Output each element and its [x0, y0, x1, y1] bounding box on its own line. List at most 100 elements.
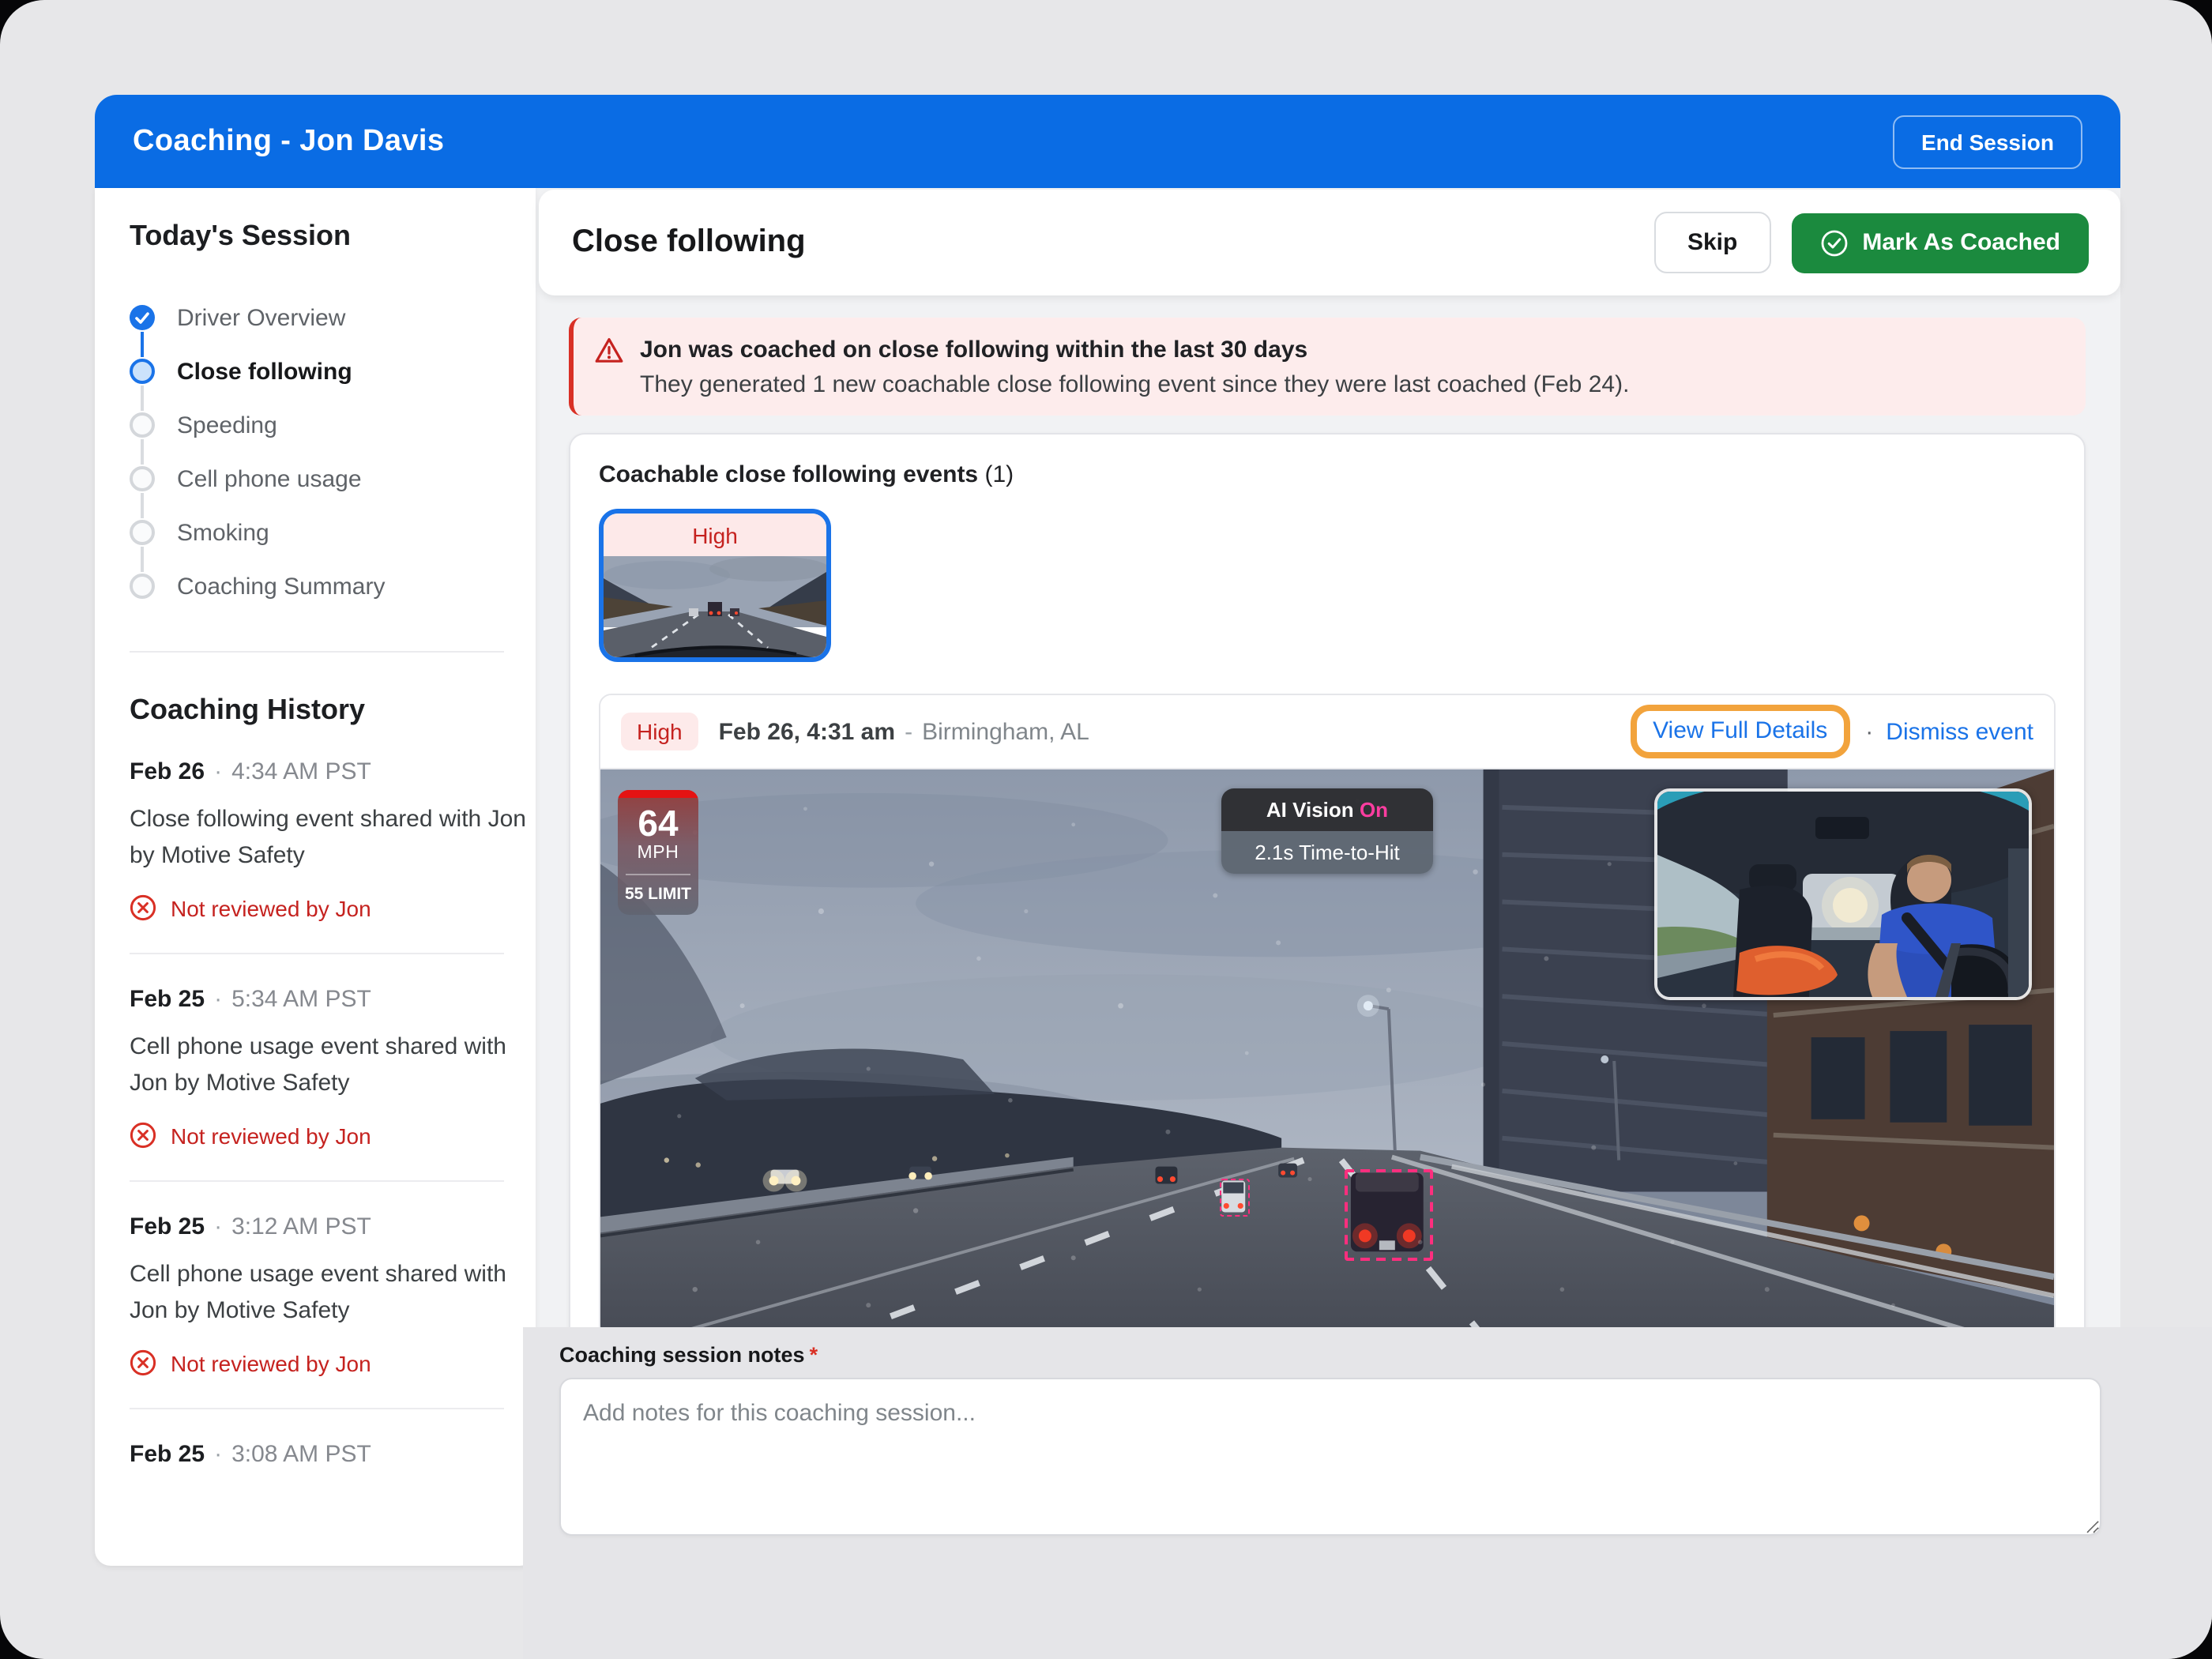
step-close-following[interactable]: Close following: [130, 344, 504, 398]
warning-title: Jon was coached on close following withi…: [640, 333, 1629, 368]
coachable-events-card: Coachable close following events (1) Hig…: [569, 433, 2086, 1381]
notes-label: Coaching session notes*: [559, 1343, 818, 1367]
sidebar-divider: [130, 651, 504, 653]
ai-vision-tooltip: AI Vision On 2.1s Time-to-Hit: [1221, 788, 1433, 874]
history-status: Not reviewed by Jon: [130, 894, 504, 921]
history-item: Feb 25·5:34 AM PST Cell phone usage even…: [130, 954, 504, 1182]
severity-badge: High: [621, 713, 698, 750]
history-item: Feb 25·3:12 AM PST Cell phone usage even…: [130, 1182, 504, 1409]
step-label: Smoking: [177, 519, 269, 546]
warning-body: They generated 1 new coachable close fol…: [640, 368, 1629, 403]
history-time: 3:12 AM PST: [231, 1213, 371, 1240]
step-smoking[interactable]: Smoking: [130, 506, 504, 559]
history-date-row: Feb 25 · 3:12 AM PST: [130, 1213, 504, 1240]
history-item: Feb 26·4:34 AM PST Close following event…: [130, 727, 504, 954]
event-datetime: Feb 26, 4:31 am: [719, 718, 895, 745]
history-item: Feb 25 · 3:08 AM PST: [130, 1409, 504, 1499]
view-full-details-link[interactable]: View Full Details: [1653, 717, 1827, 744]
speed-overlay: 64 MPH 55 LIMIT: [618, 790, 698, 915]
step-todo-circle: [130, 412, 155, 438]
step-label: Cell phone usage: [177, 465, 362, 492]
history-description: Cell phone usage event shared with Jon b…: [130, 1258, 528, 1329]
history-status: Not reviewed by Jon: [130, 1122, 504, 1149]
events-title-text: Coachable close following events: [599, 461, 978, 488]
notes-label-text: Coaching session notes: [559, 1343, 805, 1367]
end-session-button[interactable]: End Session: [1893, 115, 2082, 168]
step-label: Driver Overview: [177, 304, 345, 331]
dot-separator: ·: [214, 1213, 222, 1240]
skip-button[interactable]: Skip: [1654, 212, 1770, 273]
history-date-row: Feb 25·5:34 AM PST: [130, 986, 504, 1013]
event-detail-panel: High Feb 26, 4:31 am - Birmingham, AL Vi…: [599, 694, 2056, 1338]
ai-bounding-box-vehicle-far: [1220, 1179, 1250, 1217]
history-description: Close following event shared with Jon by…: [130, 803, 528, 874]
event-actions: View Full Details · Dismiss event: [1631, 705, 2033, 758]
history-status-text: Not reviewed by Jon: [171, 1350, 371, 1375]
thumbnail-road-image: [604, 556, 826, 662]
step-cell-phone-usage[interactable]: Cell phone usage: [130, 452, 504, 506]
history-date-row: Feb 26 · 4:34 AM PST: [130, 758, 504, 785]
dot-separator: ·: [214, 986, 222, 1013]
speed-limit: 55 LIMIT: [618, 885, 698, 904]
coaching-notes-textarea[interactable]: [559, 1378, 2101, 1536]
driver-camera-image: [1657, 792, 2029, 997]
sidebar: Today's Session Driver Overview Close fo…: [95, 188, 536, 1566]
step-todo-circle: [130, 574, 155, 599]
history-status-text: Not reviewed by Jon: [171, 895, 371, 920]
coaching-notes-section: Coaching session notes*: [523, 1327, 2212, 1659]
circle-x-icon: [130, 1122, 156, 1149]
speed-unit: MPH: [618, 844, 698, 864]
session-stepper: Driver Overview Close following Speeding…: [130, 291, 504, 613]
check-icon: [134, 310, 150, 325]
speed-value: 64: [618, 803, 698, 844]
location-separator: -: [905, 718, 912, 745]
history-description: Cell phone usage event shared with Jon b…: [130, 1030, 528, 1101]
step-todo-circle: [130, 466, 155, 491]
step-label: Close following: [177, 358, 352, 385]
dismiss-event-link[interactable]: Dismiss event: [1886, 718, 2033, 745]
speed-divider: [626, 874, 690, 875]
history-time: 4:34 AM PST: [231, 758, 371, 785]
event-thumbnail[interactable]: High: [599, 509, 831, 662]
step-label: Coaching Summary: [177, 573, 385, 600]
event-location: Birmingham, AL: [922, 718, 1089, 745]
required-asterisk: *: [810, 1343, 818, 1367]
mark-as-coached-label: Mark As Coached: [1862, 229, 2060, 256]
history-date: Feb 25: [130, 1441, 205, 1468]
step-driver-overview[interactable]: Driver Overview: [130, 291, 504, 344]
mark-as-coached-button[interactable]: Mark As Coached: [1791, 213, 2089, 273]
dot-separator: ·: [214, 758, 222, 785]
dot-separator: ·: [1865, 718, 1873, 745]
history-status-text: Not reviewed by Jon: [171, 1123, 371, 1148]
coached-recently-warning: Jon was coached on close following withi…: [569, 318, 2086, 416]
step-coaching-summary[interactable]: Coaching Summary: [130, 559, 504, 613]
page-header-card: Close following Skip Mark As Coached: [539, 190, 2120, 295]
step-label: Speeding: [177, 412, 277, 438]
warning-triangle-icon: [594, 337, 624, 365]
warning-text: Jon was coached on close following withi…: [640, 333, 1629, 416]
dot-separator: ·: [214, 1441, 222, 1468]
step-done-circle: [130, 305, 155, 330]
time-to-hit: 2.1s Time-to-Hit: [1221, 831, 1433, 874]
page-canvas: Coaching - Jon Davis End Session Today's…: [0, 0, 2212, 1659]
ai-bounding-box-vehicle: [1345, 1169, 1433, 1261]
thumbnail-severity-badge: High: [604, 514, 826, 556]
ai-vision-state: On: [1360, 798, 1388, 822]
app-header: Coaching - Jon Davis End Session: [95, 95, 2120, 188]
circle-x-icon: [130, 1349, 156, 1376]
driver-camera-inset: [1654, 788, 2032, 1000]
history-date-row: Feb 25 · 3:08 AM PST: [130, 1441, 504, 1468]
step-current-circle: [130, 359, 155, 384]
step-todo-circle: [130, 520, 155, 545]
check-circle-icon: [1819, 228, 1848, 257]
step-speeding[interactable]: Speeding: [130, 398, 504, 452]
history-date: Feb 25: [130, 1213, 205, 1240]
event-panel-header: High Feb 26, 4:31 am - Birmingham, AL Vi…: [600, 695, 2054, 768]
history-date: Feb 25: [130, 986, 205, 1013]
history-date: Feb 26: [130, 758, 205, 785]
circle-x-icon: [130, 894, 156, 921]
event-video-frame[interactable]: 64 MPH 55 LIMIT AI Vision On 2.1s Time-t…: [600, 768, 2054, 1337]
page-header-actions: Skip Mark As Coached: [1654, 212, 2089, 273]
history-time: 3:08 AM PST: [231, 1441, 371, 1468]
highlight-ring: View Full Details: [1631, 705, 1849, 758]
